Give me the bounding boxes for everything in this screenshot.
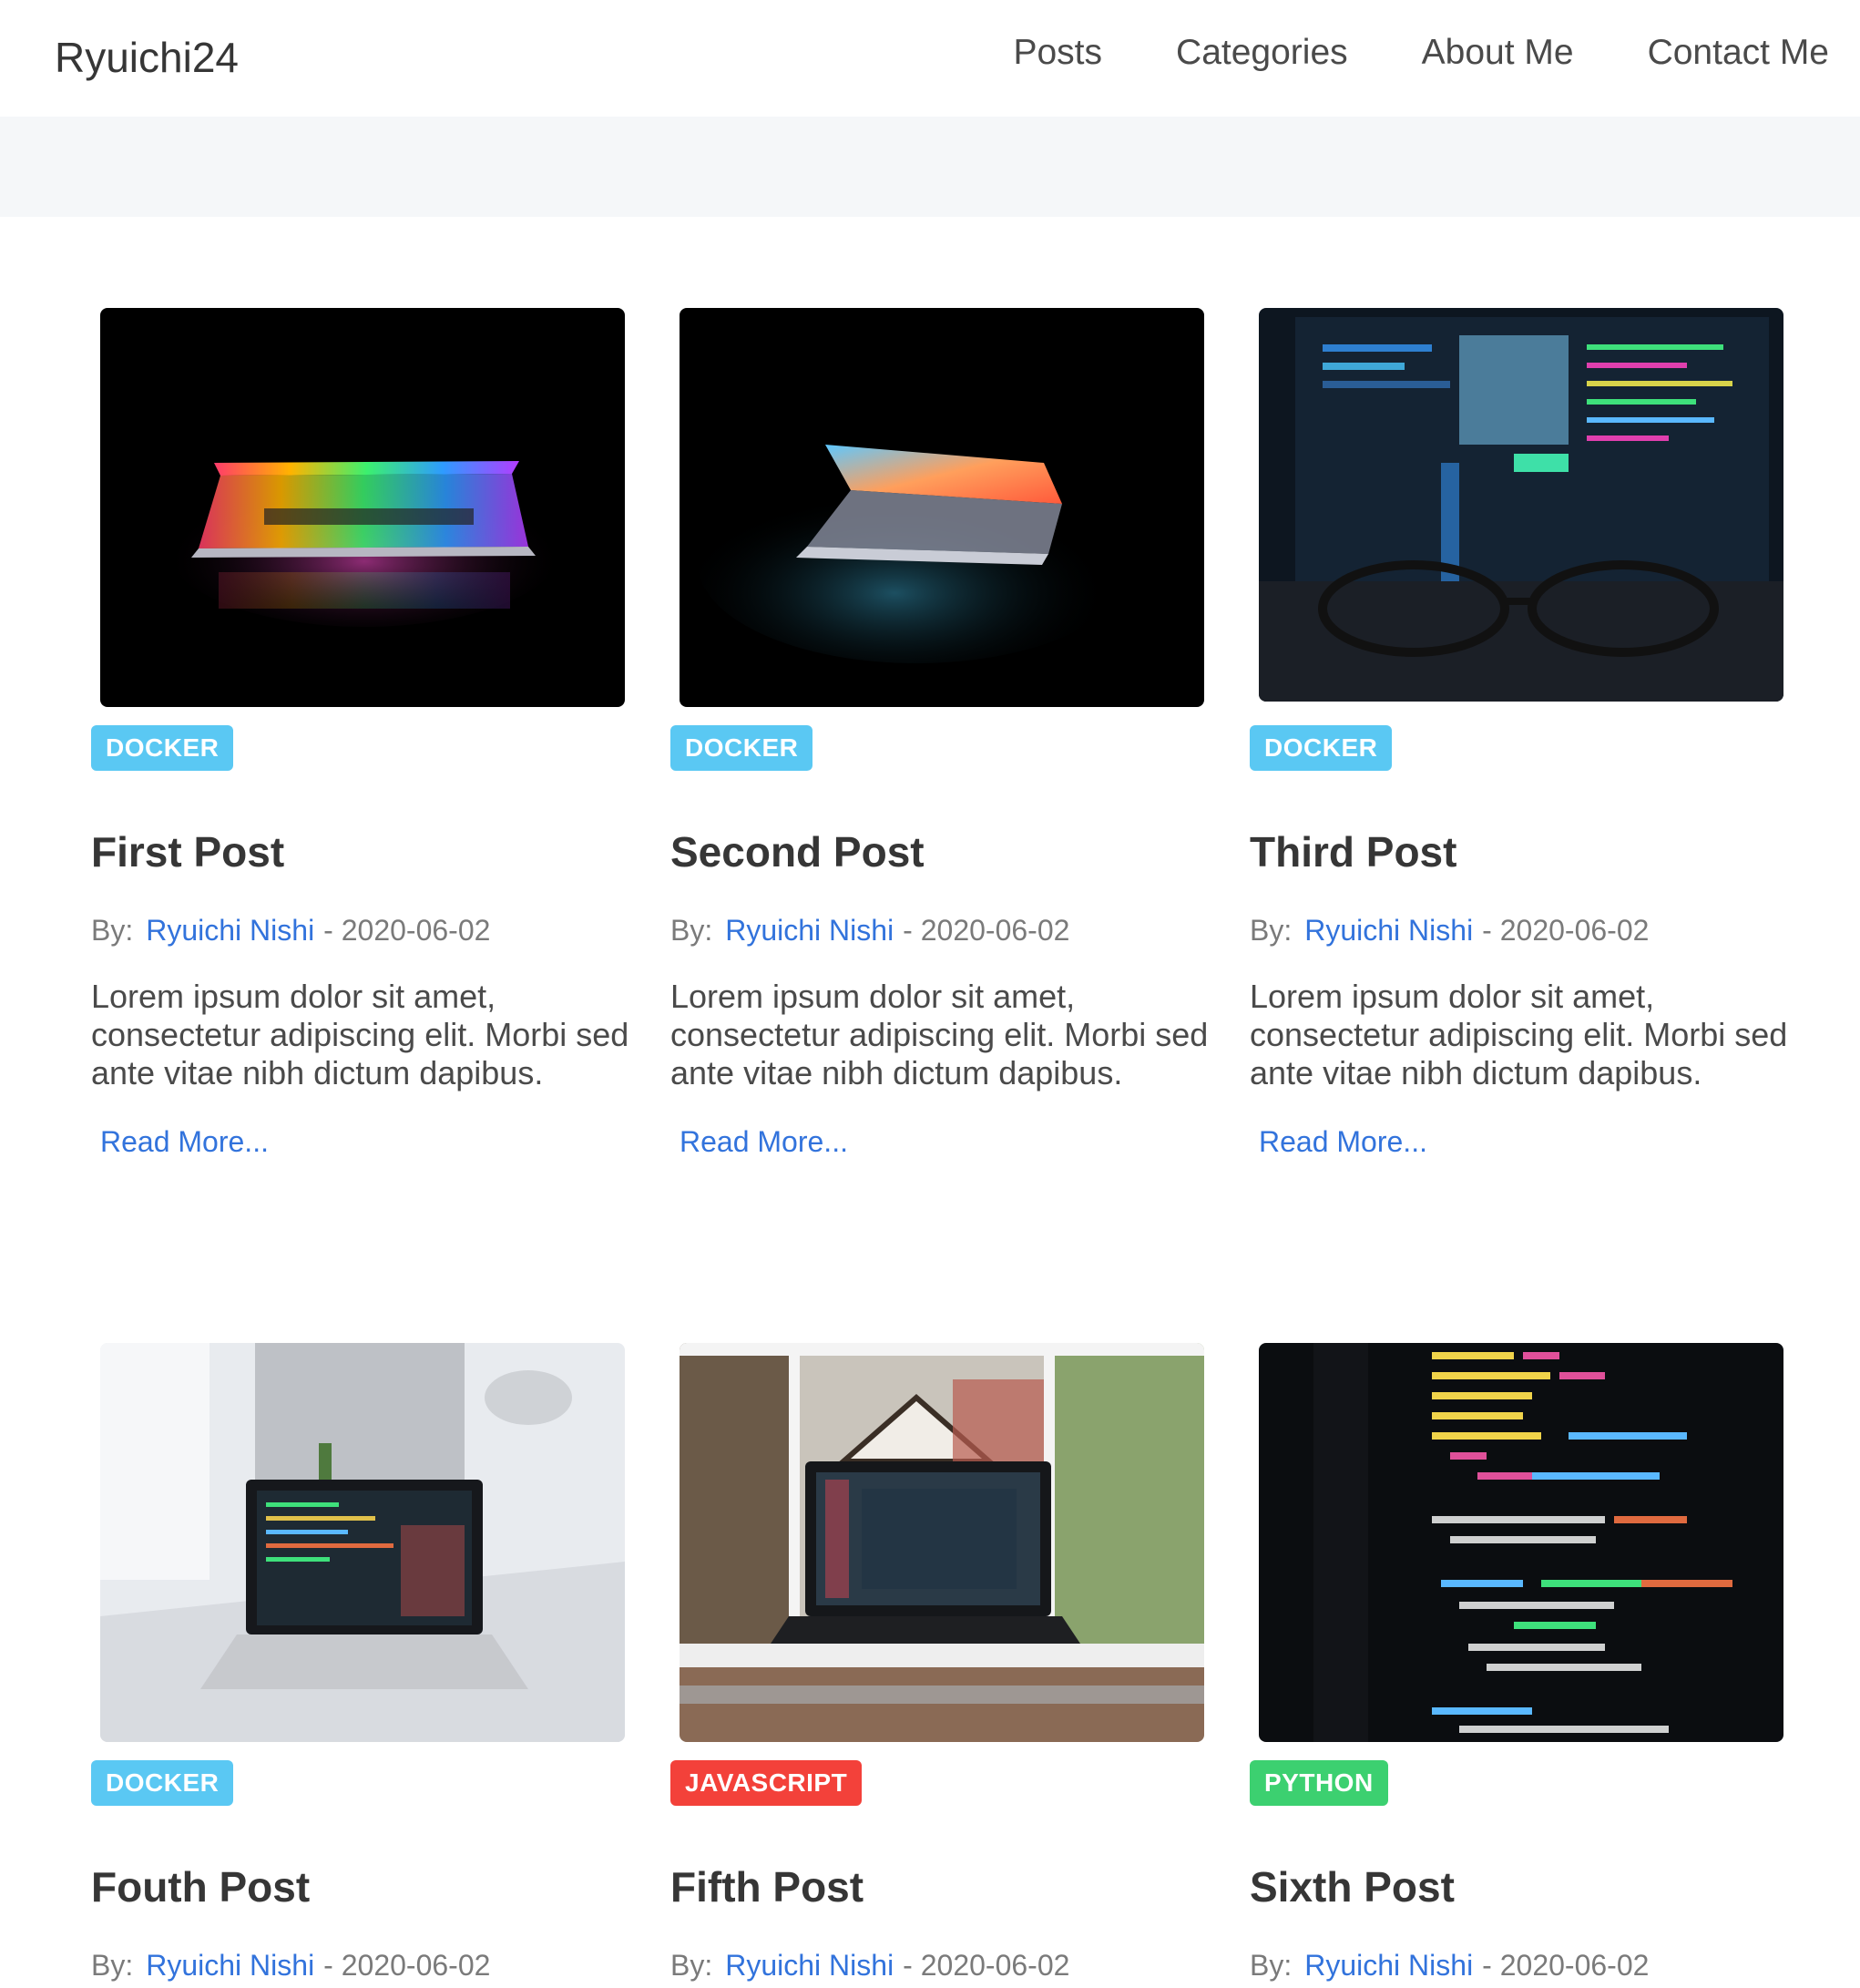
post-meta: By: Ryuichi Nishi - 2020-06-02: [1250, 1949, 1649, 1983]
post-excerpt: Lorem ipsum dolor sit amet, consectetur …: [91, 978, 629, 1091]
post-title[interactable]: Sixth Post: [1250, 1862, 1455, 1911]
by-label: By:: [1250, 914, 1293, 947]
by-label: By:: [670, 914, 713, 947]
by-label: By:: [91, 914, 134, 947]
post-meta: By: Ryuichi Nishi - 2020-06-02: [1250, 914, 1649, 948]
author-link[interactable]: Ryuichi Nishi: [146, 1949, 314, 1982]
post-date: - 2020-06-02: [903, 1949, 1070, 1982]
category-tag-docker[interactable]: DOCKER: [91, 1760, 234, 1806]
author-link[interactable]: Ryuichi Nishi: [725, 1949, 894, 1982]
read-more-link[interactable]: Read More...: [680, 1125, 848, 1159]
laptop-rainbow-keyboard-image: [100, 308, 625, 707]
brand-logo-link[interactable]: Ryuichi24: [55, 33, 239, 82]
post-meta: By: Ryuichi Nishi - 2020-06-02: [91, 914, 490, 948]
nav-link-posts[interactable]: Posts: [1013, 33, 1102, 73]
post-thumbnail-laptop-glow[interactable]: [680, 308, 1204, 707]
category-tag-javascript[interactable]: JAVASCRIPT: [670, 1760, 863, 1806]
post-title[interactable]: Fouth Post: [91, 1862, 310, 1911]
post-date: - 2020-06-02: [323, 914, 491, 947]
python-code-screen-image: [1259, 1343, 1783, 1742]
post-excerpt: Lorem ipsum dolor sit amet, consectetur …: [1250, 978, 1788, 1091]
post-date: - 2020-06-02: [1482, 1949, 1650, 1982]
read-more-link[interactable]: Read More...: [100, 1125, 269, 1159]
by-label: By:: [670, 1949, 713, 1982]
category-tag-docker[interactable]: DOCKER: [670, 725, 813, 771]
post-thumbnail-window-laptop[interactable]: [680, 1343, 1204, 1742]
nav-link-contact-me[interactable]: Contact Me: [1648, 33, 1829, 73]
post-date: - 2020-06-02: [903, 914, 1070, 947]
post-title[interactable]: Third Post: [1250, 827, 1456, 876]
post-title[interactable]: First Post: [91, 827, 284, 876]
author-link[interactable]: Ryuichi Nishi: [1304, 1949, 1473, 1982]
category-tag-docker[interactable]: DOCKER: [1250, 725, 1393, 771]
post-excerpt: Lorem ipsum dolor sit amet, consectetur …: [670, 978, 1209, 1091]
by-label: By:: [1250, 1949, 1293, 1982]
post-meta: By: Ryuichi Nishi - 2020-06-02: [670, 1949, 1069, 1983]
by-label: By:: [91, 1949, 134, 1982]
category-tag-python[interactable]: PYTHON: [1250, 1760, 1388, 1806]
laptop-half-open-glow-image: [680, 308, 1204, 707]
read-more-link[interactable]: Read More...: [1259, 1125, 1427, 1159]
nav-links: Posts Categories About Me Contact Me: [939, 33, 1829, 73]
post-date: - 2020-06-02: [1482, 914, 1650, 947]
post-thumbnail-desk-laptop[interactable]: [100, 1343, 625, 1742]
post-title[interactable]: Fifth Post: [670, 1862, 864, 1911]
navbar: Ryuichi24 Posts Categories About Me Cont…: [0, 0, 1860, 117]
glasses-in-front-of-monitor-image: [1259, 308, 1783, 702]
post-meta: By: Ryuichi Nishi - 2020-06-02: [91, 1949, 490, 1983]
author-link[interactable]: Ryuichi Nishi: [725, 914, 894, 947]
category-tag-docker[interactable]: DOCKER: [91, 725, 234, 771]
author-link[interactable]: Ryuichi Nishi: [1304, 914, 1473, 947]
post-thumbnail-python-code[interactable]: [1259, 1343, 1783, 1742]
hero-band: [0, 117, 1860, 217]
post-title[interactable]: Second Post: [670, 827, 925, 876]
post-thumbnail-glasses-monitor[interactable]: [1259, 308, 1783, 702]
laptop-by-window-image: [680, 1343, 1204, 1742]
post-meta: By: Ryuichi Nishi - 2020-06-02: [670, 914, 1069, 948]
author-link[interactable]: Ryuichi Nishi: [146, 914, 314, 947]
post-thumbnail-laptop-rainbow[interactable]: [100, 308, 625, 707]
nav-link-about-me[interactable]: About Me: [1422, 33, 1574, 73]
nav-link-categories[interactable]: Categories: [1176, 33, 1348, 73]
post-date: - 2020-06-02: [323, 1949, 491, 1982]
laptop-on-desk-code-image: [100, 1343, 625, 1742]
